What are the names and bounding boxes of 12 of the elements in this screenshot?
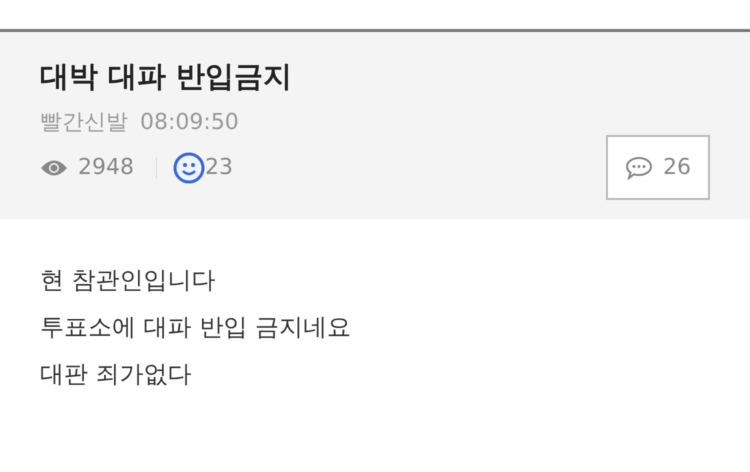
eye-icon <box>40 159 68 177</box>
speech-bubble-icon <box>625 156 653 180</box>
comment-button[interactable]: 26 <box>606 135 710 200</box>
body-text-line: 대판 죄가없다 <box>40 359 193 390</box>
like-count: 23 <box>205 154 233 182</box>
body-text-line: 현 참관인입니다 <box>40 265 217 296</box>
post-time: 08:09:50 <box>140 109 239 137</box>
post-title: 대박 대파 반입금지 <box>40 58 292 95</box>
smiley-icon <box>173 152 205 184</box>
view-count: 2948 <box>78 154 134 182</box>
author-name: 빨간신발 <box>40 109 128 137</box>
body-text-line: 투표소에 대파 반입 금지네요 <box>40 312 352 343</box>
